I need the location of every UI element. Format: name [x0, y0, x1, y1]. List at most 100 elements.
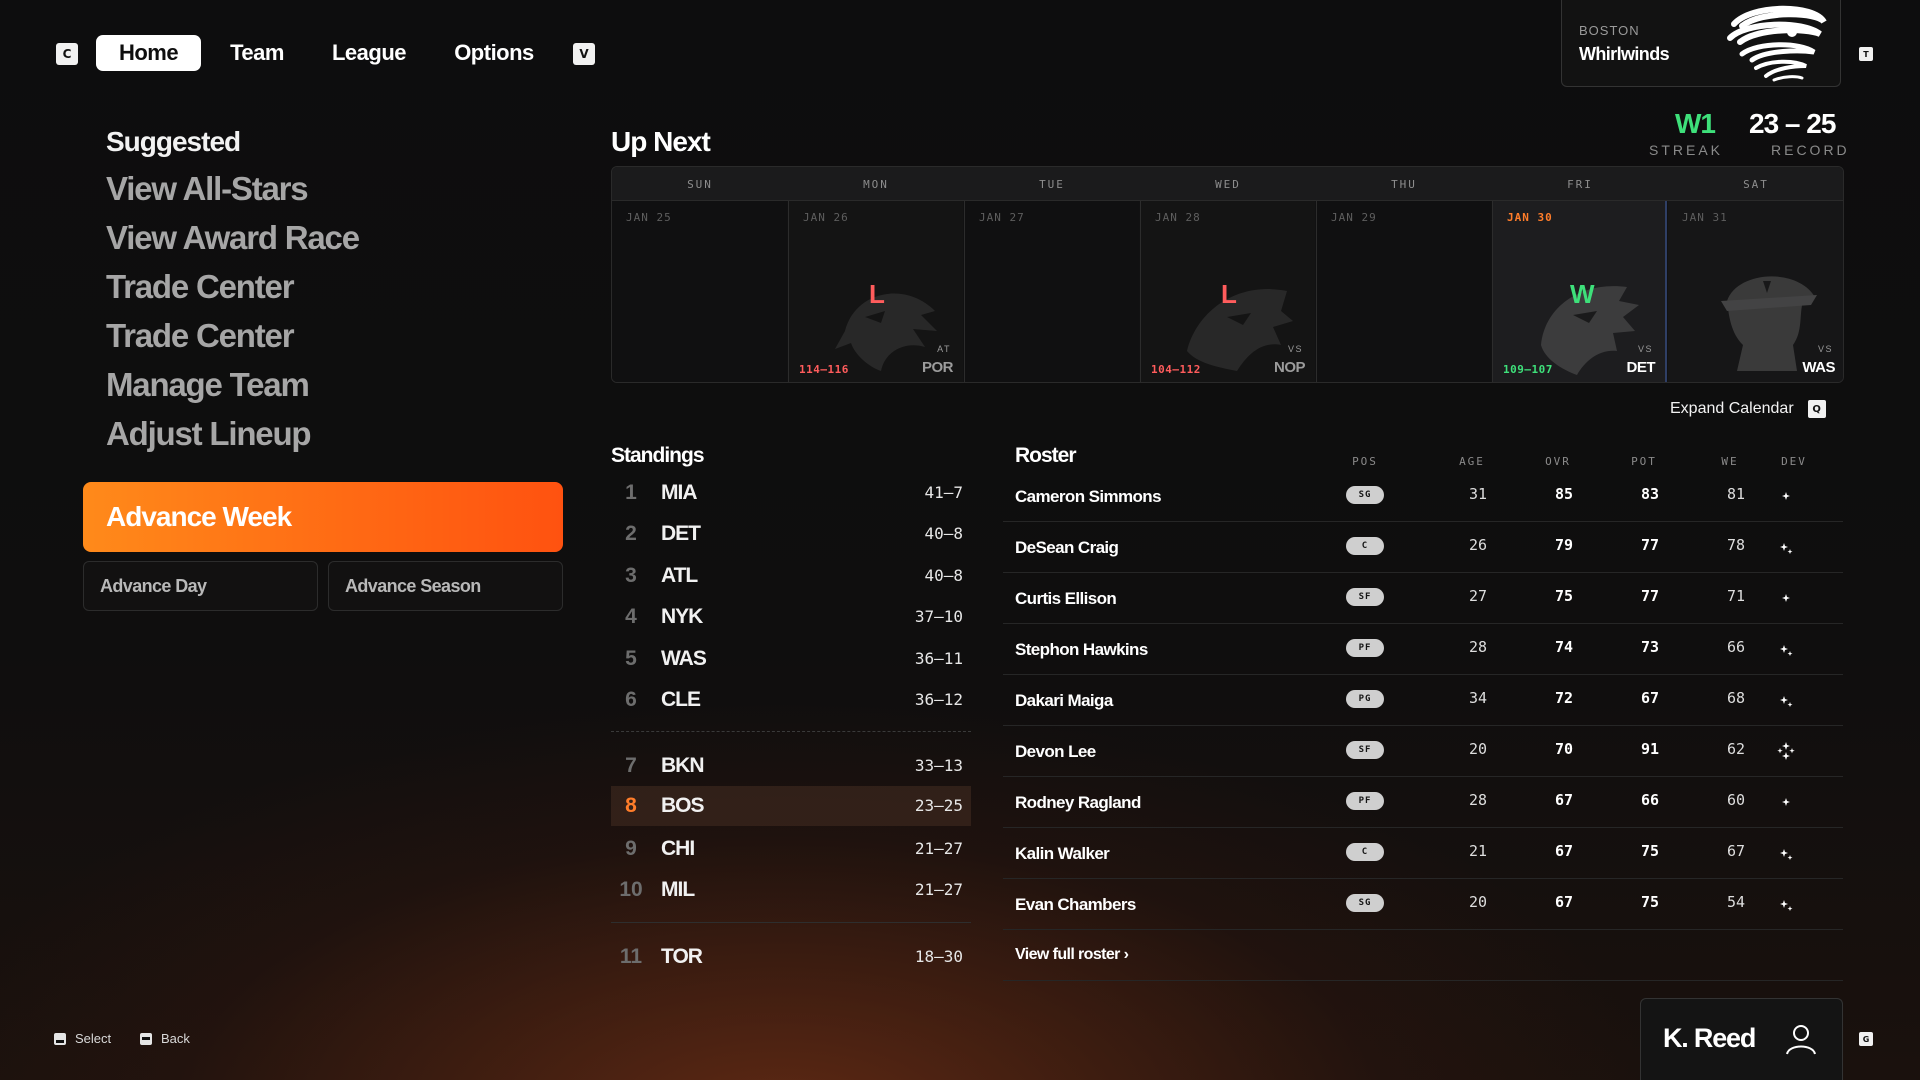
calendar-date: JAN 29	[1331, 211, 1377, 224]
advance-season-button[interactable]: Advance Season	[328, 561, 563, 611]
dow-mon: MON	[863, 178, 889, 191]
player-age: 21	[1468, 842, 1488, 860]
player-ovr: 67	[1554, 791, 1574, 809]
user-card-key[interactable]: G	[1859, 1032, 1873, 1046]
roster-row[interactable]: Rodney Ragland PF 28 67 66 60	[1003, 777, 1843, 828]
player-we: 81	[1726, 485, 1746, 503]
back-label: Back	[161, 1031, 190, 1046]
player-name: Rodney Ragland	[1015, 793, 1141, 812]
b-button-icon	[140, 1032, 152, 1045]
standings-row[interactable]: 10 MIL 21–27	[611, 870, 971, 910]
player-name: Dakari Maiga	[1015, 691, 1113, 710]
standings-team: TOR	[661, 945, 703, 968]
standings-row[interactable]: 3 ATL 40–8	[611, 556, 971, 596]
expand-calendar-button[interactable]: Expand Calendar Q	[1670, 400, 1826, 418]
dow-thu: THU	[1391, 178, 1417, 191]
game-result: W	[1570, 279, 1595, 309]
player-we: 67	[1726, 842, 1746, 860]
roster-row[interactable]: Kalin Walker C 21 67 75 67	[1003, 828, 1843, 879]
roster-col-we: WE	[1721, 455, 1739, 468]
suggested-title: Suggested	[106, 126, 241, 157]
calendar-day-tue[interactable]: JAN 27	[964, 201, 1139, 382]
roster-row[interactable]: Curtis Ellison SF 27 75 77 71	[1003, 573, 1843, 624]
team-card-key[interactable]: T	[1859, 47, 1873, 61]
suggested-trade-center-2[interactable]: Trade Center	[106, 317, 295, 355]
roster-row[interactable]: DeSean Craig C 26 79 77 78	[1003, 522, 1843, 573]
standings-rank: 3	[625, 564, 637, 587]
player-we: 66	[1726, 638, 1746, 656]
player-pot: 77	[1640, 536, 1660, 554]
up-next-title: Up Next	[611, 126, 711, 157]
standings-record: 23–25	[914, 796, 963, 815]
roster-row[interactable]: Devon Lee SF 20 70 91 62	[1003, 726, 1843, 777]
game-location: VS	[1817, 344, 1833, 354]
next-tab-key[interactable]: V	[573, 43, 595, 65]
standings-team: MIL	[661, 878, 695, 901]
player-position: C	[1346, 537, 1384, 555]
standings-record: 33–13	[914, 756, 963, 775]
standings-row[interactable]: 7 BKN 33–13	[611, 746, 971, 786]
player-pot: 91	[1640, 740, 1660, 758]
suggested-trade-center[interactable]: Trade Center	[106, 268, 295, 306]
suggested-view-all-stars[interactable]: View All-Stars	[106, 170, 309, 208]
game-score: 104–112	[1151, 363, 1201, 376]
standings-row[interactable]: 2 DET 40–8	[611, 514, 971, 554]
standings-row-user-team[interactable]: 8 BOS 23–25	[611, 786, 971, 826]
standings-record: 40–8	[924, 524, 963, 543]
record-value: 23 – 25	[1749, 108, 1836, 139]
calendar-date: JAN 30	[1507, 211, 1553, 224]
user-card[interactable]: K. Reed	[1640, 998, 1843, 1080]
standings-rank: 7	[625, 754, 637, 777]
player-ovr: 74	[1554, 638, 1574, 656]
roster-row[interactable]: Cameron Simmons SG 31 85 83 81	[1003, 471, 1843, 522]
select-label: Select	[75, 1031, 112, 1046]
standings-row[interactable]: 5 WAS 36–11	[611, 639, 971, 679]
view-full-roster-row[interactable]: View full roster ›	[1003, 930, 1843, 981]
standings-team: NYK	[661, 605, 703, 628]
dev-four-icon	[1777, 742, 1795, 760]
calendar-day-wed[interactable]: JAN 28 L 104–112 VS NOP	[1140, 201, 1315, 382]
calendar-day-thu[interactable]: JAN 29	[1316, 201, 1491, 382]
standings-row[interactable]: 1 MIA 41–7	[611, 473, 971, 513]
standings-rank: 9	[625, 837, 637, 860]
suggested-manage-team[interactable]: Manage Team	[106, 366, 310, 404]
roster-row[interactable]: Evan Chambers SG 20 67 75 54	[1003, 879, 1843, 930]
standings-row[interactable]: 9 CHI 21–27	[611, 829, 971, 869]
dev-one-icon	[1782, 594, 1790, 602]
view-full-roster-link[interactable]: View full roster ›	[1015, 946, 1129, 964]
tab-league[interactable]: League	[326, 35, 412, 71]
suggested-adjust-lineup[interactable]: Adjust Lineup	[106, 415, 312, 453]
standings-row[interactable]: 11 TOR 18–30	[611, 937, 971, 977]
game-opponent: DET	[1626, 359, 1656, 376]
dow-sat: SAT	[1743, 178, 1769, 191]
roster-title: Roster	[1015, 444, 1077, 467]
standings-row[interactable]: 6 CLE 36–12	[611, 680, 971, 720]
tab-options[interactable]: Options	[448, 35, 540, 71]
team-card[interactable]: BOSTON Whirlwinds	[1561, 0, 1841, 87]
calendar-day-mon[interactable]: JAN 26 L 114–116 AT POR	[788, 201, 963, 382]
standings-team: CLE	[661, 688, 701, 711]
advance-day-button[interactable]: Advance Day	[83, 561, 318, 611]
player-we: 71	[1726, 587, 1746, 605]
player-age: 31	[1468, 485, 1488, 503]
standings-record: 18–30	[914, 947, 963, 966]
tab-home[interactable]: Home	[96, 35, 201, 71]
tab-team[interactable]: Team	[222, 35, 292, 71]
advance-week-button[interactable]: Advance Week	[83, 482, 563, 552]
calendar-day-fri[interactable]: JAN 30 W 109–107 VS DET	[1492, 201, 1667, 382]
roster-col-ovr: OVR	[1545, 455, 1571, 468]
calendar-day-sun[interactable]: JAN 25	[612, 201, 787, 382]
team-name: Whirlwinds	[1579, 44, 1670, 64]
calendar-day-sat[interactable]: JAN 31 VS WAS	[1668, 201, 1843, 382]
prev-tab-key[interactable]: C	[56, 43, 78, 65]
calendar-date: JAN 27	[979, 211, 1025, 224]
player-ovr: 67	[1554, 893, 1574, 911]
roster-row[interactable]: Stephon Hawkins PF 28 74 73 66	[1003, 624, 1843, 675]
standings-rank: 6	[625, 688, 637, 711]
calendar[interactable]: SUN MON TUE WED THU FRI SAT JAN 25 JAN 2…	[611, 166, 1844, 383]
game-opponent: POR	[921, 359, 954, 376]
suggested-view-award-race[interactable]: View Award Race	[106, 219, 360, 257]
standings-row[interactable]: 4 NYK 37–10	[611, 597, 971, 637]
game-opponent: WAS	[1802, 359, 1835, 376]
roster-row[interactable]: Dakari Maiga PG 34 72 67 68	[1003, 675, 1843, 726]
